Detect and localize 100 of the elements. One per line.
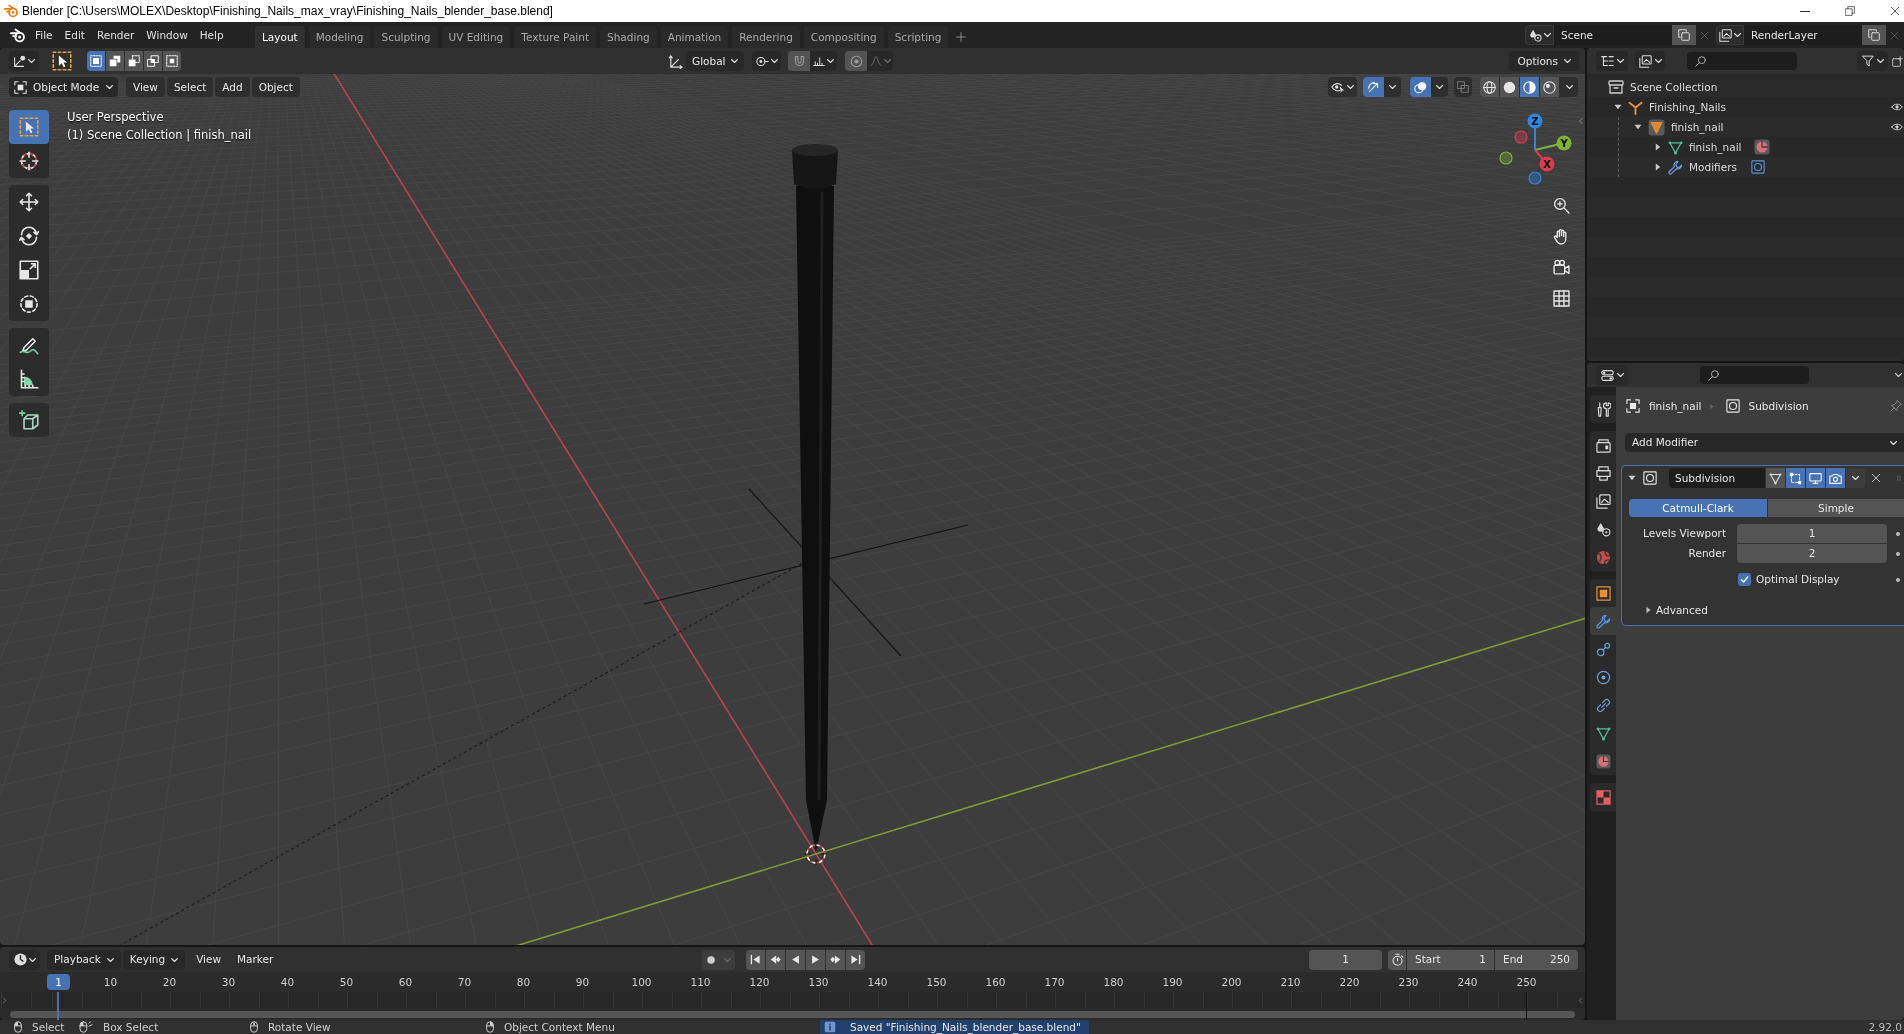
subpanel-header[interactable]: Advanced: [1656, 604, 1708, 616]
selection-mode-button[interactable]: [106, 51, 124, 71]
blender-logo-icon[interactable]: [10, 27, 25, 43]
gizmo-toggle[interactable]: [1363, 77, 1384, 97]
workspace-tab[interactable]: Scripting: [887, 26, 949, 48]
pin-icon[interactable]: [1890, 400, 1902, 412]
menu-dropdown[interactable]: Playback: [47, 949, 121, 970]
playback-button[interactable]: [746, 949, 765, 970]
minimize-icon[interactable]: [1800, 10, 1810, 12]
new-collection-icon[interactable]: [1892, 55, 1903, 67]
disclosure-triangle-icon[interactable]: [1628, 475, 1636, 481]
pie-tile-icon[interactable]: [1753, 139, 1770, 155]
shading-mode-button[interactable]: [1480, 77, 1499, 97]
selection-mode-button[interactable]: [125, 51, 143, 71]
select-box-tool[interactable]: [9, 110, 49, 144]
number-field[interactable]: 2: [1737, 544, 1887, 563]
keyframe-dot-icon[interactable]: [1896, 551, 1900, 556]
playback-button[interactable]: [826, 949, 845, 970]
subdivision-type-option[interactable]: Simple: [1768, 499, 1904, 517]
playback-button[interactable]: [846, 949, 865, 970]
start-frame-field[interactable]: Start 1: [1407, 949, 1494, 970]
workspace-tab[interactable]: Layout: [255, 26, 305, 48]
render-toggle[interactable]: [1826, 468, 1845, 488]
modifiers-tab[interactable]: [1590, 607, 1616, 635]
editor-type-button[interactable]: [1596, 365, 1628, 385]
disclosure-triangle-icon[interactable]: [1614, 104, 1622, 110]
snap-target-button[interactable]: [810, 51, 837, 71]
gizmo-axis[interactable]: Z: [1527, 113, 1543, 151]
disclosure-triangle-icon[interactable]: [1655, 163, 1661, 171]
menu-item[interactable]: Object: [251, 77, 300, 97]
menu-item[interactable]: View: [191, 949, 227, 970]
keyframe-dot-icon[interactable]: [1896, 531, 1900, 536]
scene-name-field[interactable]: Scene: [1554, 25, 1672, 45]
playback-button[interactable]: [806, 949, 825, 970]
editor-type-button[interactable]: [9, 51, 39, 71]
keyframe-dot-icon[interactable]: [1896, 577, 1900, 582]
select-box-icon[interactable]: [52, 51, 72, 71]
menu-item[interactable]: Edit: [58, 25, 91, 45]
add-workspace-icon[interactable]: [956, 32, 967, 42]
outliner-item[interactable]: finish_nail: [1689, 141, 1742, 153]
proportional-editing-toggle[interactable]: [845, 51, 867, 71]
menu-item[interactable]: Add: [215, 77, 250, 97]
modifier-name-field[interactable]: Subdivision: [1669, 468, 1765, 488]
xray-toggle[interactable]: [1454, 77, 1472, 97]
number-field[interactable]: 1: [1737, 524, 1887, 543]
timeline-scrollbar[interactable]: [10, 1010, 1575, 1018]
workspace-tab[interactable]: Animation: [660, 26, 729, 48]
orientation-dropdown[interactable]: Global: [686, 51, 744, 71]
gizmo-negative-axis[interactable]: [1528, 171, 1542, 185]
scene-browse-button[interactable]: [1525, 25, 1554, 45]
menu-item[interactable]: Render: [90, 25, 141, 45]
camera-icon[interactable]: [1552, 258, 1570, 276]
workspace-tab[interactable]: Shading: [600, 26, 657, 48]
viewport-toggle[interactable]: [1806, 468, 1825, 488]
edit-mode-toggle[interactable]: [1786, 468, 1805, 488]
add-modifier-dropdown[interactable]: Add Modifier: [1625, 433, 1904, 452]
workspace-tab[interactable]: Modeling: [308, 26, 371, 48]
shading-mode-button[interactable]: [1520, 77, 1539, 97]
overlays-toggle[interactable]: [1410, 77, 1431, 97]
outliner-item[interactable]: Finishing_Nails: [1649, 101, 1726, 113]
disclosure-triangle-icon[interactable]: [1646, 606, 1651, 614]
disclosure-triangle-icon[interactable]: [1655, 143, 1661, 151]
snap-toggle[interactable]: [788, 51, 810, 71]
outliner-item[interactable]: finish_nail: [1671, 121, 1724, 133]
drag-handle-icon[interactable]: [1896, 473, 1902, 483]
playhead-frame[interactable]: 1: [47, 974, 70, 990]
shading-mode-button[interactable]: [1500, 77, 1519, 97]
workspace-tab[interactable]: Rendering: [732, 26, 800, 48]
outliner-item[interactable]: Modifiers: [1689, 161, 1737, 173]
menu-item[interactable]: File: [29, 25, 59, 45]
mode-dropdown[interactable]: Object Mode: [9, 77, 118, 97]
end-frame-field[interactable]: End 250: [1495, 949, 1578, 970]
menu-item[interactable]: Select: [166, 77, 214, 97]
search-field[interactable]: [1687, 52, 1797, 70]
playback-button[interactable]: [786, 949, 805, 970]
optimal-display-checkbox[interactable]: [1738, 573, 1751, 586]
zoom-icon[interactable]: [1552, 196, 1570, 214]
editor-type-button[interactable]: [1596, 51, 1628, 71]
options-dropdown[interactable]: Options: [1509, 51, 1579, 71]
workspace-tab[interactable]: UV Editing: [441, 26, 511, 48]
menu-item[interactable]: View: [126, 77, 165, 97]
selection-mode-button[interactable]: [144, 51, 162, 71]
add-cube-tool[interactable]: [9, 403, 49, 437]
view-layer-browse-button[interactable]: [1716, 25, 1744, 45]
eye-icon[interactable]: [1891, 101, 1903, 113]
pivot-point-button[interactable]: [752, 51, 781, 71]
visibility-button[interactable]: [1328, 77, 1357, 97]
texture-tab[interactable]: [1590, 783, 1616, 811]
workspace-tab[interactable]: Compositing: [803, 26, 884, 48]
display-mode-button[interactable]: [1635, 51, 1665, 71]
outliner-item[interactable]: Scene Collection: [1630, 81, 1718, 93]
shading-mode-button[interactable]: [1540, 77, 1559, 97]
workspace-tab[interactable]: Sculpting: [374, 26, 438, 48]
modifier-menu-button[interactable]: [1846, 468, 1865, 488]
eye-icon[interactable]: [1891, 121, 1903, 133]
workspace-tab[interactable]: Texture Paint: [514, 26, 597, 48]
grid-icon[interactable]: [1552, 289, 1570, 307]
new-scene-button[interactable]: [1672, 25, 1696, 45]
tool-tab[interactable]: [1590, 395, 1616, 423]
preview-range-button[interactable]: [1388, 949, 1406, 970]
